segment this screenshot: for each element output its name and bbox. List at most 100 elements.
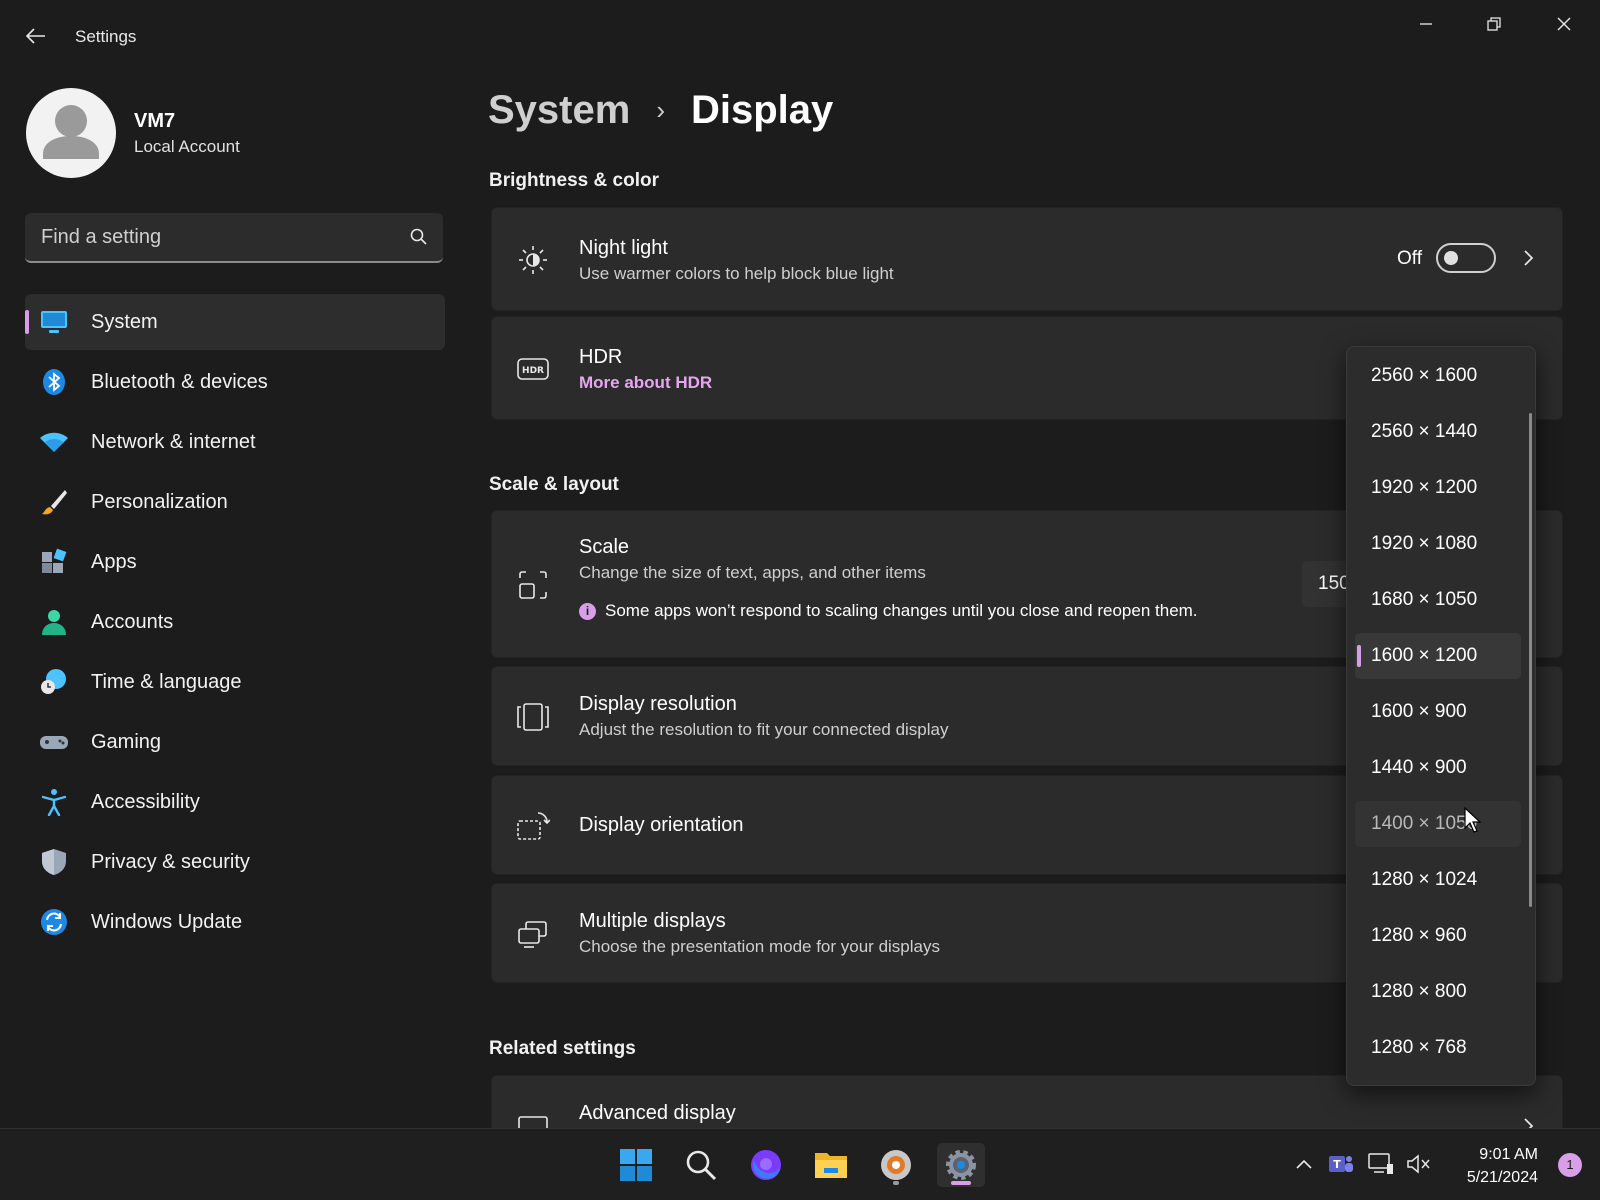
- back-button[interactable]: [18, 20, 54, 52]
- teams-icon: T: [1329, 1156, 1353, 1172]
- media-app-button[interactable]: [872, 1143, 920, 1187]
- brush-icon: [42, 490, 67, 515]
- resolution-option[interactable]: 1440 × 900: [1355, 745, 1521, 791]
- sidebar-item-label: Privacy & security: [91, 850, 250, 873]
- scale-info-text: Some apps won’t respond to scaling chang…: [605, 601, 1198, 620]
- chevron-right-icon[interactable]: [1518, 246, 1538, 270]
- search-input[interactable]: [41, 223, 381, 251]
- resolution-option[interactable]: 1280 × 768: [1355, 1025, 1521, 1071]
- settings-icon: [946, 1150, 976, 1180]
- show-hidden-icons-button[interactable]: [1290, 1149, 1318, 1179]
- resolution-option-selected[interactable]: 1600 × 1200: [1355, 633, 1521, 679]
- chevron-up-icon: [1296, 1159, 1312, 1169]
- sidebar-item-label: Personalization: [91, 490, 228, 513]
- sidebar-item-privacy[interactable]: Privacy & security: [25, 834, 445, 890]
- avatar[interactable]: [26, 88, 116, 178]
- sound-muted-icon: [1407, 1154, 1430, 1174]
- scale-subtitle: Change the size of text, apps, and other…: [579, 563, 926, 582]
- sidebar-item-windows-update[interactable]: Windows Update: [25, 894, 445, 950]
- resolution-option[interactable]: 1280 × 1024: [1355, 857, 1521, 903]
- hdr-more-link[interactable]: More about HDR: [579, 373, 712, 393]
- sidebar-item-time-language[interactable]: Time & language: [25, 654, 445, 710]
- resolution-option[interactable]: 1680 × 1050: [1355, 577, 1521, 623]
- sidebar-item-label: Time & language: [91, 670, 242, 693]
- sidebar-item-system[interactable]: System: [25, 294, 445, 350]
- clock-date: 5/21/2024: [1466, 1169, 1538, 1186]
- resolution-option[interactable]: 1920 × 1080: [1355, 521, 1521, 567]
- monitor-icon: [41, 311, 67, 333]
- sidebar-item-label: Windows Update: [91, 910, 243, 933]
- resolution-option[interactable]: 1280 × 960: [1355, 913, 1521, 959]
- scale-title: Scale: [579, 536, 630, 558]
- sidebar-item-label: Network & internet: [91, 430, 256, 453]
- section-title-related: Related settings: [489, 1038, 636, 1059]
- breadcrumb-parent[interactable]: System: [488, 88, 630, 133]
- app-title: Settings: [75, 27, 137, 46]
- sidebar-item-label: Gaming: [91, 730, 162, 753]
- active-indicator: [25, 310, 29, 334]
- network-icon: [1368, 1153, 1393, 1174]
- svg-text:HDR: HDR: [522, 366, 544, 376]
- sidebar-item-apps[interactable]: Apps: [25, 534, 445, 590]
- night-light-toggle[interactable]: [1436, 243, 1496, 273]
- firefox-icon: [751, 1150, 781, 1180]
- sidebar-nav: System Bluetooth & devices Network & int…: [25, 294, 445, 954]
- taskbar-search-button[interactable]: [677, 1143, 725, 1187]
- restore-button[interactable]: [1471, 8, 1517, 40]
- shield-icon: [42, 849, 66, 875]
- media-app-icon: [881, 1150, 911, 1180]
- notification-badge[interactable]: 1: [1558, 1153, 1582, 1177]
- user-name: VM7: [134, 110, 176, 132]
- start-button[interactable]: [612, 1143, 660, 1187]
- clock[interactable]: 9:01 AM 5/21/2024: [1467, 1143, 1538, 1189]
- close-button[interactable]: [1541, 8, 1587, 40]
- person-icon: [42, 610, 66, 635]
- toggle-state-label: Off: [1397, 248, 1422, 269]
- sidebar-item-accessibility[interactable]: Accessibility: [25, 774, 445, 830]
- selected-indicator: [1357, 645, 1361, 667]
- minimize-button[interactable]: [1403, 8, 1449, 40]
- section-title-brightness: Brightness & color: [489, 170, 659, 191]
- resolution-option[interactable]: 2560 × 1600: [1355, 353, 1521, 399]
- night-light-title: Night light: [579, 237, 668, 259]
- resolution-option-hovered[interactable]: 1400 × 1050: [1355, 801, 1521, 847]
- bluetooth-icon: [43, 369, 65, 395]
- file-explorer-icon: [815, 1153, 847, 1178]
- sidebar-item-bluetooth[interactable]: Bluetooth & devices: [25, 354, 445, 410]
- firefox-button[interactable]: [742, 1143, 790, 1187]
- update-icon: [41, 909, 67, 935]
- sidebar-item-label: Accounts: [91, 610, 174, 633]
- file-explorer-button[interactable]: [807, 1143, 855, 1187]
- restore-icon: [1487, 17, 1501, 31]
- settings-taskbar-button[interactable]: [937, 1143, 985, 1187]
- resolution-option[interactable]: 1280 × 800: [1355, 969, 1521, 1015]
- night-light-card[interactable]: Night light Use warmer colors to help bl…: [491, 207, 1563, 311]
- resolution-option[interactable]: 1920 × 1200: [1355, 465, 1521, 511]
- search-icon: [686, 1150, 717, 1181]
- resolution-option[interactable]: 1600 × 900: [1355, 689, 1521, 735]
- sidebar-item-personalization[interactable]: Personalization: [25, 474, 445, 530]
- teams-tray-button[interactable]: T: [1327, 1149, 1355, 1179]
- sidebar-item-network[interactable]: Network & internet: [25, 414, 445, 470]
- sidebar-item-gaming[interactable]: Gaming: [25, 714, 445, 770]
- hdr-title: HDR: [579, 346, 623, 368]
- dropdown-scrollbar[interactable]: [1529, 413, 1532, 907]
- arrow-left-icon: [26, 28, 45, 44]
- active-app-indicator: [951, 1181, 971, 1185]
- breadcrumb-separator: ›: [656, 95, 665, 125]
- resolution-dropdown-list[interactable]: 2560 × 1600 2560 × 1440 1920 × 1200 1920…: [1346, 346, 1536, 1086]
- running-indicator: [893, 1181, 899, 1185]
- page-title: Display: [690, 88, 834, 132]
- orientation-title: Display orientation: [579, 814, 744, 836]
- resolution-option[interactable]: 2560 × 1440: [1355, 409, 1521, 455]
- network-tray-button[interactable]: [1367, 1149, 1395, 1179]
- volume-tray-button[interactable]: [1405, 1149, 1433, 1179]
- search-box[interactable]: [25, 213, 443, 263]
- sidebar-item-accounts[interactable]: Accounts: [25, 594, 445, 650]
- multiple-displays-title: Multiple displays: [579, 910, 726, 932]
- section-title-scale-layout: Scale & layout: [489, 474, 619, 495]
- brightness-icon: [519, 246, 547, 274]
- sidebar-item-label: System: [91, 310, 158, 333]
- multiple-displays-icon: [518, 921, 547, 948]
- orientation-icon: [517, 812, 550, 840]
